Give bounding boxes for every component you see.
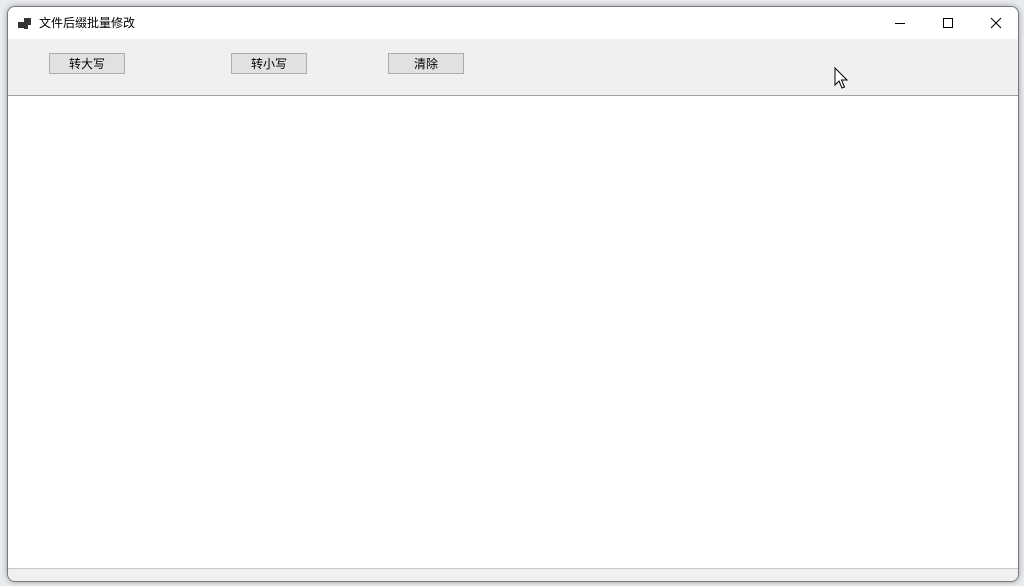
toolbar-panel: 转大写 转小写 清除 [8, 39, 1018, 96]
maximize-icon [942, 17, 954, 29]
status-bar [8, 568, 1018, 581]
to-uppercase-button[interactable]: 转大写 [49, 53, 125, 74]
file-list-area[interactable] [8, 96, 1018, 567]
maximize-button[interactable] [925, 7, 971, 39]
window-title: 文件后缀批量修改 [39, 16, 136, 30]
close-button[interactable] [973, 7, 1018, 39]
close-icon [990, 17, 1002, 29]
mouse-pointer-icon [834, 66, 850, 91]
app-window: 文件后缀批量修改 转大写 转小写 清除 [7, 6, 1019, 582]
to-lowercase-button[interactable]: 转小写 [231, 53, 307, 74]
app-window-icon [18, 16, 32, 30]
title-bar[interactable]: 文件后缀批量修改 [8, 7, 1018, 39]
clear-button[interactable]: 清除 [388, 53, 464, 74]
minimize-button[interactable] [877, 7, 923, 39]
minimize-icon [894, 17, 906, 29]
